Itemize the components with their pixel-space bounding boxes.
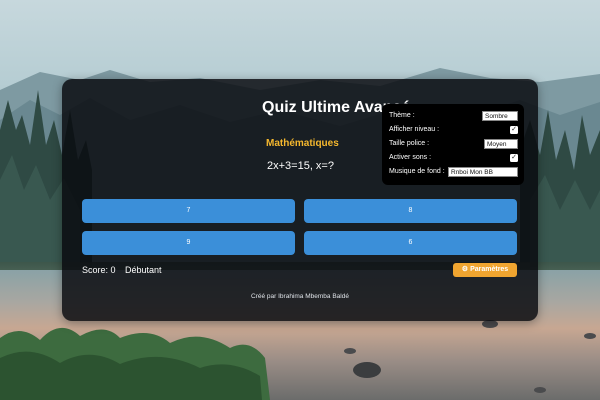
show-level-row: Afficher niveau : ✓ — [389, 125, 518, 137]
music-input[interactable]: Rnboi Mon BB — [448, 167, 518, 177]
font-size-row: Taille police : Moyen — [389, 139, 518, 151]
show-level-label: Afficher niveau : — [389, 126, 440, 133]
theme-row: Thème : Sombre — [389, 111, 518, 123]
settings-button-label: Paramètres — [470, 266, 509, 273]
quiz-panel: Quiz Ultime Avancé Mathématiques 2x+3=15… — [62, 79, 538, 321]
music-row: Musique de fond : Rnboi Mon BB — [389, 167, 518, 179]
font-size-label: Taille police : — [389, 140, 430, 147]
theme-select[interactable]: Sombre — [482, 111, 518, 121]
music-label: Musique de fond : — [389, 168, 445, 175]
show-level-checkbox[interactable]: ✓ — [510, 126, 518, 134]
sounds-row: Activer sons : ✓ — [389, 153, 518, 165]
settings-button[interactable]: ⚙ Paramètres — [453, 263, 517, 277]
score-display: Score: 0 — [82, 265, 116, 275]
question-text: 2x+3=15, x=? — [267, 160, 334, 172]
footer-credit: Créé par Ibrahima Mbemba Baldé — [251, 293, 349, 300]
sounds-label: Activer sons : — [389, 154, 432, 161]
theme-label: Thème : — [389, 112, 415, 119]
gear-icon: ⚙ — [461, 266, 469, 273]
answer-button-4[interactable]: 6 — [304, 231, 517, 255]
settings-panel: Thème : Sombre Afficher niveau : ✓ Taill… — [382, 104, 524, 185]
answer-button-1[interactable]: 7 — [82, 199, 295, 223]
answer-button-3[interactable]: 9 — [82, 231, 295, 255]
level-display: Débutant — [125, 265, 162, 275]
font-size-select[interactable]: Moyen — [484, 139, 518, 149]
answer-button-2[interactable]: 8 — [304, 199, 517, 223]
sounds-checkbox[interactable]: ✓ — [510, 154, 518, 162]
foreground-grass-and-rocks — [0, 320, 596, 400]
